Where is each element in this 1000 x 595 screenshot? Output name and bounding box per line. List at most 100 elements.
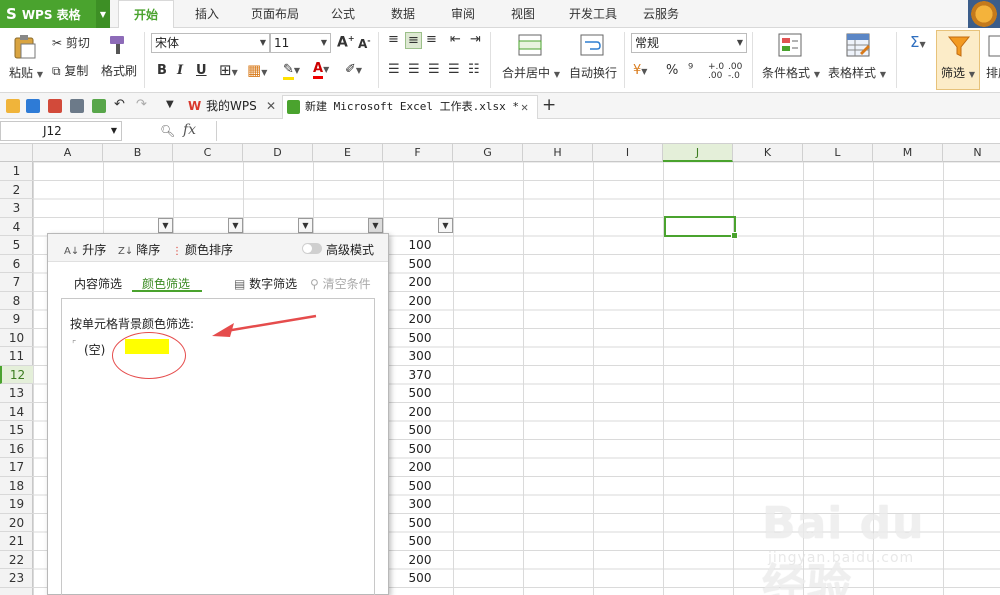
color-sort-button[interactable]: ⋮ 颜色排序	[172, 241, 233, 258]
paste-button[interactable]: 粘贴 ▼	[9, 64, 43, 81]
cell-f-value[interactable]: 200	[395, 405, 445, 419]
column-header[interactable]: L	[803, 144, 873, 162]
column-header[interactable]: K	[733, 144, 803, 162]
row-header[interactable]: 21	[0, 532, 33, 551]
column-header[interactable]: F	[383, 144, 453, 162]
justify-icon[interactable]: ☰	[448, 62, 460, 77]
column-header[interactable]: G	[453, 144, 523, 162]
row-header[interactable]: 1	[0, 162, 33, 181]
format-painter-button[interactable]: 格式刷	[101, 62, 137, 79]
row-header[interactable]: 6	[0, 255, 33, 273]
name-box[interactable]: J12 ▼	[0, 121, 122, 141]
row-header[interactable]: 7	[0, 273, 33, 292]
tab-content-filter[interactable]: 内容筛选	[74, 275, 122, 292]
increase-decimal-icon[interactable]: +.0.00	[708, 63, 724, 81]
cell-f-value[interactable]: 200	[395, 275, 445, 289]
decrease-indent-icon[interactable]: ⇤	[450, 32, 461, 47]
table-style-icon[interactable]	[846, 33, 872, 57]
row-header[interactable]: 9	[0, 310, 33, 329]
cell-f-value[interactable]: 300	[395, 349, 445, 363]
tab-cloud-services[interactable]: 云服务	[636, 0, 686, 28]
row-header[interactable]: 22	[0, 551, 33, 569]
align-center-icon[interactable]: ☰	[408, 62, 420, 77]
row-header[interactable]: 20	[0, 514, 33, 532]
selected-cell-j12[interactable]	[664, 216, 738, 239]
formula-input[interactable]	[216, 121, 1000, 141]
row-header[interactable]: 19	[0, 495, 33, 514]
checkbox-empty-option[interactable]: ⌜	[72, 340, 76, 350]
clear-conditions-button[interactable]: ⚲ 清空条件	[310, 275, 371, 292]
zoom-search-icon[interactable]: 🔍︎	[160, 124, 175, 138]
row-header[interactable]: 8	[0, 292, 33, 310]
sort-ascending-button[interactable]: A↓ 升序	[64, 241, 106, 258]
cell-f-value[interactable]: 500	[395, 534, 445, 548]
autosum-icon[interactable]: Σ▼	[910, 33, 926, 51]
decrease-font-icon[interactable]: A-	[358, 36, 371, 51]
align-left-icon[interactable]: ☰	[388, 62, 400, 77]
tab-review[interactable]: 审阅	[440, 0, 486, 28]
cell-f-value[interactable]: 500	[395, 386, 445, 400]
clear-format-icon[interactable]: ✐▼	[345, 62, 362, 77]
merge-center-button[interactable]: 合并居中 ▼	[502, 64, 560, 81]
bold-icon[interactable]: B	[157, 63, 167, 78]
row-header[interactable]: 14	[0, 403, 33, 421]
filter-dropdown-button[interactable]: ▼	[228, 218, 243, 233]
conditional-format-button[interactable]: 条件格式 ▼	[762, 64, 820, 81]
customize-toolbar-icon[interactable]: ▼	[166, 99, 174, 110]
font-name-select[interactable]: 宋体 ▼	[151, 33, 270, 53]
tab-home[interactable]: 开始	[118, 0, 174, 29]
percent-icon[interactable]: %	[666, 63, 678, 78]
number-format-select[interactable]: 常规 ▼	[631, 33, 747, 53]
user-avatar[interactable]	[968, 0, 1000, 28]
save-icon[interactable]	[26, 99, 40, 113]
sort-button[interactable]: 排序	[986, 64, 1000, 81]
wrap-text-button[interactable]: 自动换行	[569, 64, 617, 81]
advanced-mode-toggle[interactable]	[302, 243, 322, 254]
cell-f-value[interactable]: 500	[395, 479, 445, 493]
cell-f-value[interactable]: 200	[395, 460, 445, 474]
decrease-decimal-icon[interactable]: .00 -.0	[728, 63, 742, 81]
filter-dropdown-button[interactable]: ▼	[438, 218, 453, 233]
column-header[interactable]: I	[593, 144, 663, 162]
wrap-text-icon[interactable]	[580, 34, 604, 56]
column-header[interactable]: H	[523, 144, 593, 162]
cell-f-value[interactable]: 300	[395, 497, 445, 511]
align-middle-icon[interactable]: ≡	[405, 32, 422, 49]
paste-icon[interactable]	[12, 34, 38, 60]
font-size-select[interactable]: 11 ▼	[270, 33, 331, 53]
row-header[interactable]: 5	[0, 236, 33, 255]
column-header-selected[interactable]: J	[663, 144, 733, 162]
tab-data[interactable]: 数据	[380, 0, 426, 28]
column-header[interactable]: E	[313, 144, 383, 162]
close-icon[interactable]: ✕	[266, 95, 276, 117]
filter-dropdown-button[interactable]: ▼	[298, 218, 313, 233]
tab-developer[interactable]: 开发工具	[562, 0, 624, 28]
row-header-selected[interactable]: 12	[0, 365, 33, 384]
doc-tab-excel-file[interactable]: 新建 Microsoft Excel 工作表.xlsx * ✕	[282, 95, 538, 119]
increase-font-icon[interactable]: A+	[337, 34, 355, 51]
row-header[interactable]: 13	[0, 384, 33, 403]
currency-icon[interactable]: ¥▼	[633, 63, 647, 78]
distributed-align-icon[interactable]: ☷	[468, 62, 480, 77]
column-header[interactable]: C	[173, 144, 243, 162]
select-all-corner[interactable]	[0, 144, 33, 162]
tab-view[interactable]: 视图	[500, 0, 546, 28]
align-top-icon[interactable]: ≡	[388, 32, 399, 47]
italic-icon[interactable]: I	[177, 63, 183, 78]
cell-f-value[interactable]: 500	[395, 423, 445, 437]
filter-button[interactable]: 筛选 ▼	[936, 30, 980, 90]
tab-page-layout[interactable]: 页面布局	[244, 0, 306, 28]
row-header[interactable]: 2	[0, 181, 33, 199]
fx-icon[interactable]: fx	[183, 122, 196, 138]
undo-icon[interactable]: ↶	[114, 97, 125, 112]
align-bottom-icon[interactable]: ≡	[426, 32, 437, 47]
underline-icon[interactable]: U	[196, 63, 207, 78]
conditional-format-icon[interactable]	[778, 33, 804, 57]
filter-dropdown-button-active[interactable]: ▼	[368, 218, 383, 233]
row-header[interactable]: 10	[0, 329, 33, 347]
tab-formulas[interactable]: 公式	[320, 0, 366, 28]
row-header[interactable]: 17	[0, 458, 33, 477]
column-header[interactable]: N	[943, 144, 1000, 162]
borders-icon[interactable]: ⊞▼	[219, 61, 238, 79]
cell-f-value[interactable]: 500	[395, 257, 445, 271]
